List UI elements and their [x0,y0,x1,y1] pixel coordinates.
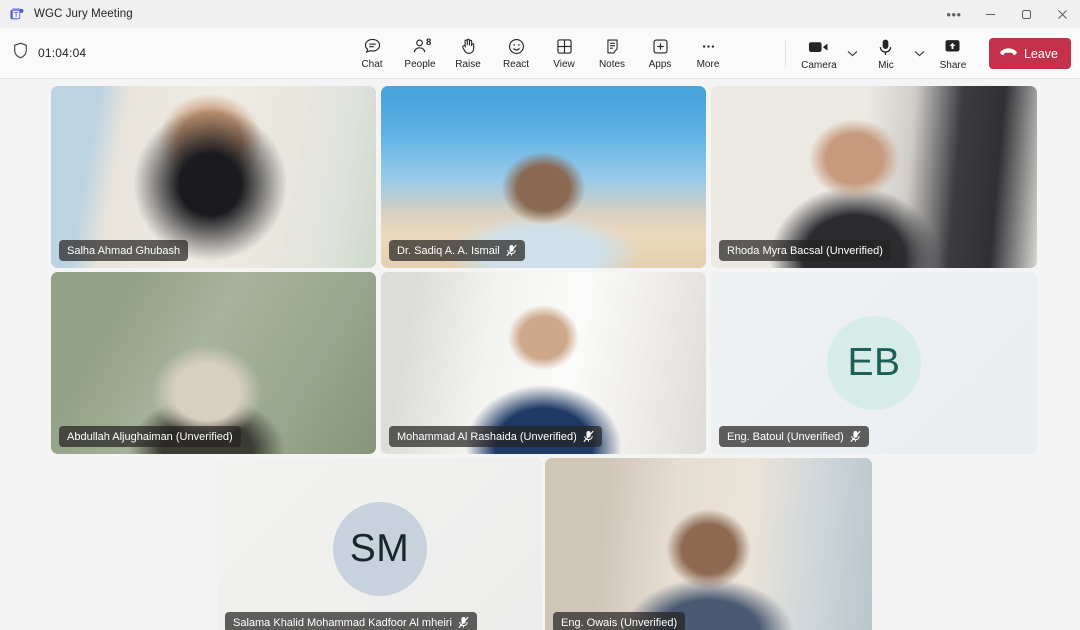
more-label: More [696,59,720,70]
window-more-label: ••• [946,6,962,22]
share-screen-icon [943,37,962,58]
avatar: EB [827,316,921,410]
meeting-toolbar: 01:04:04 Chat 8 People Raise React View … [0,28,1080,79]
camera-on-icon [808,37,829,58]
maximize-icon[interactable] [1008,0,1044,28]
react-button[interactable]: React [492,30,540,77]
mic-muted-icon [583,430,594,443]
toolbar-left: 01:04:04 [0,42,86,64]
participant-tile[interactable]: Eng. Owais (Unverified) [545,458,872,630]
participant-name-pill: Dr. Sadiq A. A. Ismail [389,240,525,261]
raise-label: Raise [455,59,481,70]
toolbar-right: Camera Mic Share Leave [777,28,1071,79]
notes-button[interactable]: Notes [588,30,636,77]
participant-name-pill: Eng. Owais (Unverified) [553,612,686,630]
close-icon[interactable] [1044,0,1080,28]
mic-muted-icon [850,430,861,443]
react-smiley-icon [507,36,526,57]
share-button[interactable]: Share [928,30,978,77]
participant-name: Dr. Sadiq A. A. Ismail [397,244,500,257]
participant-name: Mohammad Al Rashaida (Unverified) [397,430,577,443]
participant-name: Salha Ahmad Ghubash [67,244,181,257]
participant-name-pill: Mohammad Al Rashaida (Unverified) [389,426,602,447]
people-badge: 8 [426,36,432,48]
apps-button[interactable]: Apps [636,30,684,77]
minimize-icon[interactable] [972,0,1008,28]
mic-label: Mic [878,59,894,71]
participant-name: Eng. Batoul (Unverified) [727,430,844,443]
people-button[interactable]: 8 People [396,30,444,77]
teams-logo-icon [10,7,25,22]
mic-on-icon [877,37,894,58]
notes-label: Notes [598,59,626,70]
people-label: People [404,59,436,70]
avatar: SM [332,502,427,596]
participant-name: Rhoda Myra Bacsal (Unverified) [727,244,883,257]
participant-name: Eng. Owais (Unverified) [561,616,678,629]
mic-chevron-down-icon[interactable] [911,35,928,73]
title-bar-left: WGC Jury Meeting [0,7,133,22]
participant-tile[interactable]: Dr. Sadiq A. A. Ismail [381,86,706,268]
participant-tile[interactable]: Abdullah Aljughaiman (Unverified) [51,272,376,454]
window-controls: ••• [936,0,1080,28]
more-dots-icon [699,36,718,57]
camera-label: Camera [801,59,837,71]
leave-label: Leave [1023,46,1058,61]
video-stage: Salha Ahmad Ghubash Dr. Sadiq A. A. Isma… [0,79,1080,630]
participant-tile[interactable]: Rhoda Myra Bacsal (Unverified) [711,86,1037,268]
participant-name: Salama Khalid Mohammad Kadfoor Al mheiri [233,616,452,629]
leave-button[interactable]: Leave [988,38,1071,69]
mic-muted-icon [458,616,469,629]
participant-tile[interactable]: Mohammad Al Rashaida (Unverified) [381,272,706,454]
toolbar-actions: Chat 8 People Raise React View Notes App… [348,28,732,79]
chat-label: Chat [361,59,383,70]
participant-name-pill: Salha Ahmad Ghubash [59,240,189,261]
raise-hand-button[interactable]: Raise [444,30,492,77]
raise-hand-icon [459,36,478,57]
share-label: Share [939,59,967,71]
participant-name: Abdullah Aljughaiman (Unverified) [67,430,233,443]
chat-button[interactable]: Chat [348,30,396,77]
react-label: React [502,59,530,70]
more-button[interactable]: More [684,30,732,77]
participant-name-pill: Salama Khalid Mohammad Kadfoor Al mheiri [225,612,477,630]
mic-button[interactable]: Mic [861,30,911,77]
participant-name-pill: Eng. Batoul (Unverified) [719,426,869,447]
camera-chevron-down-icon[interactable] [844,35,861,73]
hangup-phone-icon [1000,47,1017,61]
participant-tile[interactable]: SM Salama Khalid Mohammad Kadfoor Al mhe… [217,458,542,630]
participant-video [545,458,872,630]
title-bar: WGC Jury Meeting ••• [0,0,1080,28]
window-title: WGC Jury Meeting [34,8,133,20]
mic-muted-icon [506,244,517,257]
view-button[interactable]: View [540,30,588,77]
chat-icon [363,36,382,57]
participant-name-pill: Rhoda Myra Bacsal (Unverified) [719,240,891,261]
participant-tile[interactable]: Salha Ahmad Ghubash [51,86,376,268]
meeting-timer: 01:04:04 [38,46,87,60]
more-options-icon[interactable]: ••• [936,0,972,28]
view-label: View [553,59,575,70]
notes-icon [603,36,622,57]
participant-tile[interactable]: EB Eng. Batoul (Unverified) [711,272,1037,454]
shield-icon [13,42,28,64]
view-grid-icon [555,36,574,57]
apps-label: Apps [648,59,672,70]
apps-plus-icon [651,36,670,57]
participant-name-pill: Abdullah Aljughaiman (Unverified) [59,426,241,447]
toolbar-divider [784,40,786,67]
camera-button[interactable]: Camera [794,30,844,77]
